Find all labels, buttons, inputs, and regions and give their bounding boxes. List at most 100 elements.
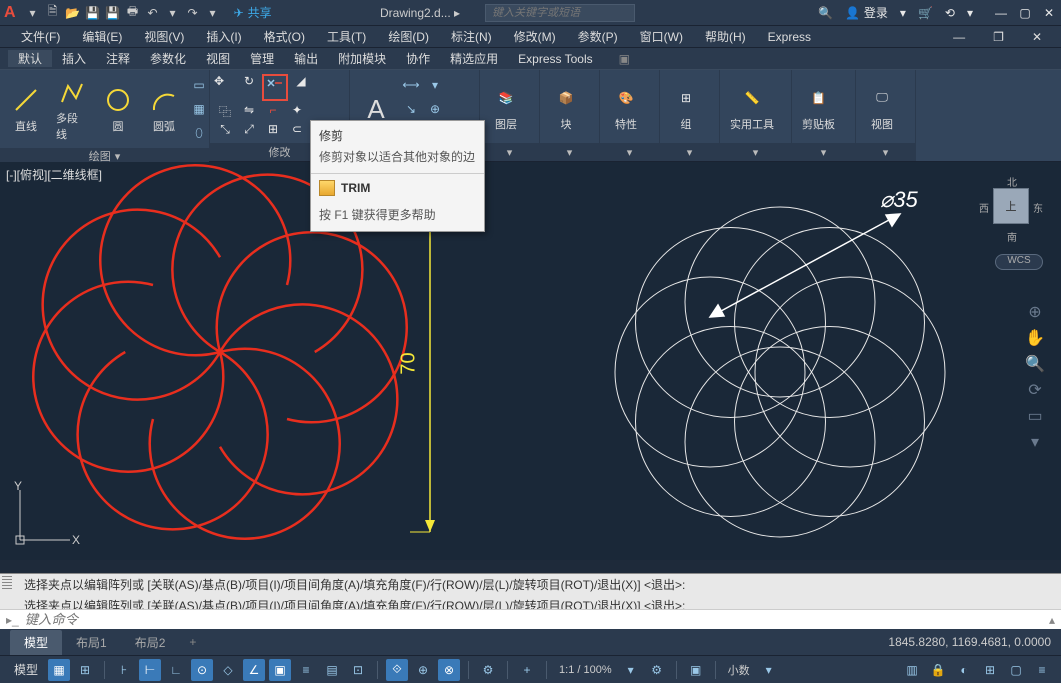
dynamic-input-toggle[interactable]: ⊢	[139, 659, 161, 681]
open-icon[interactable]: 📂	[64, 4, 82, 22]
saveas-icon[interactable]: 💾	[104, 4, 122, 22]
arc-button[interactable]: 圆弧	[142, 82, 186, 136]
menu-format[interactable]: 格式(O)	[253, 28, 316, 45]
viewcube-east[interactable]: 东	[1033, 200, 1043, 215]
copy-icon[interactable]: ⿻	[214, 103, 236, 120]
menu-help[interactable]: 帮助(H)	[694, 28, 757, 45]
block-button[interactable]: 📦块	[544, 80, 588, 134]
annovisibility-toggle[interactable]: ⊕	[412, 659, 434, 681]
cmd-recent-icon[interactable]: ▴	[1049, 613, 1055, 627]
login-button[interactable]: 👤 登录	[845, 4, 888, 21]
menu-param[interactable]: 参数(P)	[567, 28, 629, 45]
tab-view[interactable]: 视图	[196, 50, 240, 67]
customize-icon[interactable]: ≡	[1031, 659, 1053, 681]
menu-edit[interactable]: 编辑(E)	[71, 28, 133, 45]
viewcube-north[interactable]: 北	[1007, 174, 1017, 189]
command-input[interactable]	[25, 612, 1043, 627]
menu-dimension[interactable]: 标注(N)	[440, 28, 503, 45]
drawing-canvas[interactable]: [-][俯视][二维线框] 70	[0, 162, 1061, 560]
layer-button[interactable]: 📚图层	[484, 80, 528, 134]
show-motion-icon[interactable]: ▭	[1027, 406, 1042, 426]
transparency-toggle[interactable]: ▤	[321, 659, 343, 681]
menu-file[interactable]: 文件(F)	[10, 28, 71, 45]
menu-express[interactable]: Express	[757, 30, 822, 44]
pan-icon[interactable]: ✋	[1025, 328, 1045, 348]
osnap-toggle[interactable]: ▣	[269, 659, 291, 681]
tab-featured[interactable]: 精选应用	[440, 50, 508, 67]
menu-tools[interactable]: 工具(T)	[316, 28, 377, 45]
share-button[interactable]: ✈ 共享	[234, 4, 272, 21]
tab-parametric[interactable]: 参数化	[140, 50, 196, 67]
ortho-toggle[interactable]: ∟	[165, 659, 187, 681]
cmd-chevron-icon[interactable]: ▸_	[6, 613, 19, 627]
lineweight-toggle[interactable]: ≡	[295, 659, 317, 681]
viewcube-south[interactable]: 南	[1007, 229, 1017, 244]
workspace-toggle[interactable]: ⚙	[477, 659, 499, 681]
wcs-badge[interactable]: WCS	[995, 254, 1043, 270]
zoom-dropdown[interactable]: ▾	[620, 659, 642, 681]
search-input[interactable]	[485, 4, 635, 22]
otrack-toggle[interactable]: ∠	[243, 659, 265, 681]
fillet-icon[interactable]: ⌐	[262, 103, 284, 120]
full-nav-icon[interactable]: ⊕	[1028, 302, 1041, 322]
viewcube-west[interactable]: 西	[979, 200, 989, 215]
infer-toggle[interactable]: ⊦	[113, 659, 135, 681]
view-button[interactable]: 🖵视图	[860, 80, 904, 134]
doc-close[interactable]: ✕	[1021, 30, 1053, 44]
save-icon[interactable]: 💾	[84, 4, 102, 22]
dim-dropdown-icon[interactable]: ▾	[424, 74, 446, 96]
app-store-icon[interactable]: ▾	[900, 6, 906, 20]
undo-dropdown[interactable]: ▾	[164, 4, 182, 22]
units-readout[interactable]: 小数	[724, 662, 754, 678]
doc-restore[interactable]: ❐	[982, 30, 1015, 44]
gear-icon[interactable]: ⚙	[646, 659, 668, 681]
offset-icon[interactable]: ⊂	[286, 122, 308, 137]
nav-dropdown-icon[interactable]: ▾	[1031, 432, 1039, 452]
plot-icon[interactable]: 🖶	[124, 4, 142, 22]
ellipse-icon[interactable]: ⬯	[188, 122, 210, 144]
cmdline-grip[interactable]	[2, 576, 12, 590]
scale-icon[interactable]: ⤢	[238, 122, 260, 137]
group-button[interactable]: ⊞组	[664, 80, 708, 134]
cart-icon[interactable]: 🛒	[918, 6, 933, 20]
tab-default[interactable]: 默认	[8, 50, 52, 67]
center-mark-icon[interactable]: ⊕	[424, 98, 446, 120]
viewcube-top[interactable]: 上	[993, 188, 1029, 224]
add-layout-button[interactable]: +	[179, 631, 206, 653]
explode-icon[interactable]: ✦	[286, 103, 308, 120]
menu-modify[interactable]: 修改(M)	[503, 28, 567, 45]
snap-toggle[interactable]: ⊞	[74, 659, 96, 681]
hatch-icon[interactable]: ▦	[188, 98, 210, 120]
autoscale-toggle[interactable]: ⊗	[438, 659, 460, 681]
rotate-icon[interactable]: ↻	[238, 74, 260, 101]
move-icon[interactable]: ✥	[214, 74, 236, 101]
leader-icon[interactable]: ↘	[400, 98, 422, 120]
maximize-button[interactable]: ▢	[1017, 6, 1033, 20]
menu-window[interactable]: 窗口(W)	[629, 28, 694, 45]
redo-icon[interactable]: ↷	[184, 4, 202, 22]
close-button[interactable]: ✕	[1041, 6, 1057, 20]
annoscale-toggle[interactable]: ⟐	[386, 659, 408, 681]
tab-annotate[interactable]: 注释	[96, 50, 140, 67]
isolate-icon[interactable]: ◐	[953, 659, 975, 681]
lock-ui-icon[interactable]: 🔒	[927, 659, 949, 681]
tab-manage[interactable]: 管理	[240, 50, 284, 67]
clipboard-button[interactable]: 📋剪贴板	[796, 80, 841, 134]
utilities-button[interactable]: 📏实用工具	[724, 80, 780, 134]
orbit-icon[interactable]: ⟳	[1028, 380, 1041, 400]
a360-icon[interactable]: ⟲	[945, 6, 955, 20]
grid-toggle[interactable]: ▦	[48, 659, 70, 681]
help-dropdown[interactable]: ▾	[967, 6, 973, 20]
tab-model[interactable]: 模型	[10, 630, 62, 655]
rectangle-icon[interactable]: ▭	[188, 74, 210, 96]
polyline-button[interactable]: 多段线	[50, 74, 94, 144]
tab-layout1[interactable]: 布局1	[62, 630, 121, 655]
view-cube[interactable]: 北 南 东 西 上	[979, 174, 1043, 244]
units-dropdown[interactable]: ▾	[758, 659, 780, 681]
ribbon-focus-icon[interactable]: ▣	[609, 52, 640, 66]
menu-view[interactable]: 视图(V)	[133, 28, 195, 45]
new-icon[interactable]: 🗎	[44, 4, 62, 22]
linear-dim-icon[interactable]: ⟷	[400, 74, 422, 96]
cycling-toggle[interactable]: ⊡	[347, 659, 369, 681]
qat-menu-dropdown[interactable]: ▾	[24, 4, 42, 22]
